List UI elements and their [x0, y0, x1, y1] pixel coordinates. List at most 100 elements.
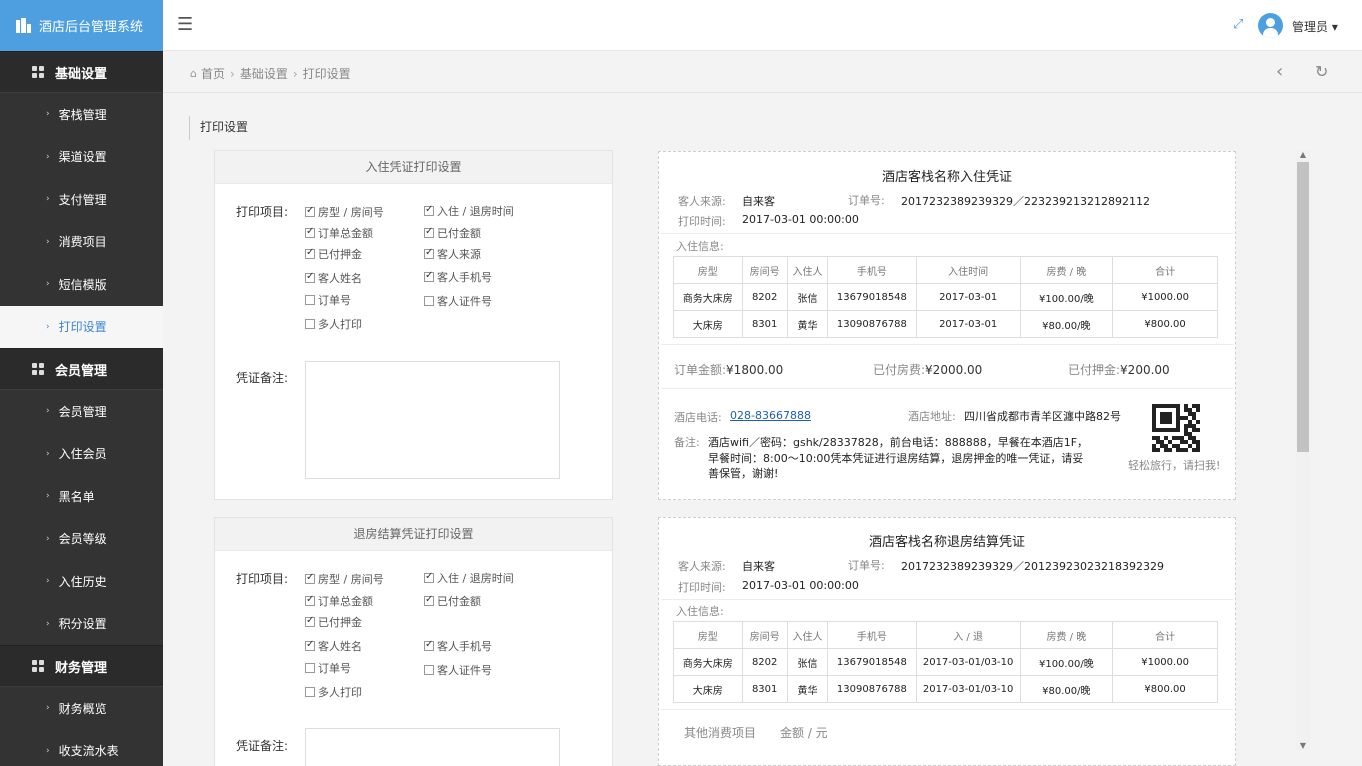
sidebar-item[interactable]: › 入住历史 — [0, 560, 163, 603]
print-item-checkbox[interactable]: 客人姓名 — [305, 270, 362, 286]
sidebar-item[interactable]: › 财务概览 — [0, 687, 163, 730]
refresh-icon[interactable]: ↻ — [1315, 62, 1328, 81]
checkbox-icon[interactable] — [424, 226, 434, 238]
print-items-label: 打印项目: — [236, 205, 289, 219]
print-item-checkbox[interactable]: 房型 / 房间号 — [305, 204, 384, 220]
menu-toggle-icon[interactable]: ☰ — [177, 14, 193, 35]
checkbox-icon[interactable] — [424, 665, 434, 675]
sidebar-item[interactable]: › 入住会员 — [0, 433, 163, 476]
grid-icon — [32, 66, 44, 78]
checkbox-icon[interactable] — [424, 594, 434, 606]
print-item-checkbox[interactable]: 已付金额 — [424, 225, 481, 241]
print-item-checkbox[interactable]: 客人证件号 — [424, 662, 492, 678]
breadcrumb-level1[interactable]: 基础设置 — [240, 65, 288, 82]
sidebar-item[interactable]: › 会员管理 — [0, 390, 163, 433]
chevron-up-icon[interactable]: ▲ — [1297, 150, 1309, 159]
voucher-remark-textarea[interactable] — [305, 728, 560, 766]
sidebar-group[interactable]: 基础设置 — [0, 51, 163, 93]
checkbox-icon[interactable] — [305, 319, 315, 329]
checkbox-icon[interactable] — [305, 594, 315, 606]
sidebar-item-label: 财务概览 — [58, 701, 107, 716]
checkbox-icon[interactable] — [424, 639, 434, 651]
sidebar-item[interactable]: › 支付管理 — [0, 178, 163, 221]
user-menu-dropdown[interactable]: 管理员 ▾ — [1292, 18, 1338, 35]
print-item-checkbox[interactable]: 多人打印 — [305, 316, 362, 332]
sidebar-item[interactable]: › 收支流水表 — [0, 730, 163, 766]
avatar[interactable] — [1258, 13, 1283, 38]
print-item-checkbox[interactable]: 已付金额 — [424, 593, 481, 609]
table-header-cell: 手机号 — [827, 621, 917, 649]
chevron-right-icon: › — [46, 448, 50, 459]
print-item-checkbox[interactable]: 房型 / 房间号 — [305, 571, 384, 587]
table-header-cell: 合计 — [1112, 621, 1218, 649]
checkbox-icon[interactable] — [305, 226, 315, 238]
checkbox-icon[interactable] — [305, 663, 315, 673]
table-header-cell: 手机号 — [827, 256, 917, 284]
checkbox-icon[interactable] — [305, 687, 315, 697]
table-cell: 2017-03-01/03-10 — [915, 675, 1021, 703]
print-item-checkbox[interactable]: 已付押金 — [305, 246, 362, 262]
scrollbar[interactable]: ▲ ▼ — [1296, 150, 1310, 750]
sidebar-group[interactable]: 会员管理 — [0, 348, 163, 390]
print-item-checkbox[interactable]: 订单总金额 — [305, 225, 373, 241]
print-item-checkbox[interactable]: 客人手机号 — [424, 638, 492, 654]
checkbox-icon[interactable] — [424, 270, 434, 282]
table-cell: 商务大床房 — [673, 283, 743, 311]
table-cell: 2017-03-01/03-10 — [915, 648, 1021, 676]
print-item-checkbox[interactable]: 客人姓名 — [305, 638, 362, 654]
sidebar-item[interactable]: › 积分设置 — [0, 603, 163, 646]
checkbox-icon[interactable] — [305, 615, 315, 627]
sidebar-item[interactable]: › 短信模版 — [0, 263, 163, 306]
app-logo[interactable]: 酒店后台管理系统 — [0, 0, 163, 51]
sidebar-item[interactable]: › 黑名单 — [0, 475, 163, 518]
checkbox-icon[interactable] — [424, 204, 434, 216]
fullscreen-icon[interactable]: ⤢ — [1233, 17, 1243, 32]
print-item-checkbox[interactable]: 客人来源 — [424, 246, 481, 262]
sidebar-group[interactable]: 财务管理 — [0, 645, 163, 687]
checkbox-icon[interactable] — [305, 205, 315, 217]
sidebar: 酒店后台管理系统 基础设置 › 客栈管理 › 渠道设置 › 支付管理 › 消费项目 › 短信模版 › 打… — [0, 0, 163, 766]
voucher-remark-textarea[interactable] — [305, 361, 560, 479]
print-item-checkbox[interactable]: 订单号 — [305, 660, 351, 676]
order-value: 2017232389239329／201239230232183923​29 — [901, 560, 1164, 573]
checkbox-icon[interactable] — [305, 639, 315, 651]
print-item-checkbox[interactable]: 入住 / 退房时间 — [424, 203, 514, 219]
breadcrumb-home[interactable]: 首页 — [201, 65, 225, 82]
checkbox-icon[interactable] — [424, 571, 434, 583]
table-header-cell: 合计 — [1112, 256, 1218, 284]
print-item-checkbox[interactable]: 多人打印 — [305, 684, 362, 700]
sidebar-item[interactable]: › 客栈管理 — [0, 93, 163, 136]
print-item-checkbox[interactable]: 已付押金 — [305, 614, 362, 630]
checkbox-icon[interactable] — [305, 271, 315, 283]
checkbox-label: 客人手机号 — [437, 640, 492, 653]
checkbox-icon[interactable] — [424, 247, 434, 259]
sidebar-item-label: 收支流水表 — [58, 744, 119, 759]
checkbox-label: 房型 / 房间号 — [318, 206, 384, 219]
table-cell: ¥100.00/晚 — [1019, 648, 1114, 676]
hotel-phone-link[interactable]: 028-83667888 — [730, 409, 811, 422]
print-item-checkbox[interactable]: 订单号 — [305, 292, 351, 308]
scrollbar-thumb[interactable] — [1297, 162, 1309, 452]
checkbox-icon[interactable] — [424, 296, 434, 306]
sidebar-item-label: 客栈管理 — [58, 107, 107, 122]
checkbox-icon[interactable] — [305, 295, 315, 305]
print-item-checkbox[interactable]: 客人证件号 — [424, 293, 492, 309]
print-item-checkbox[interactable]: 客人手机号 — [424, 269, 492, 285]
table-row: 商务大床房 8202 张信 13679018548 2017-03-01 ¥100.00/… — [673, 283, 1218, 311]
checkin-info-table: 房型 房间号 入住人 手机号 入住时间 房费 / 晚合计 商务大床房 8202 张信 136790… — [673, 256, 1218, 338]
sidebar-item[interactable]: › 会员等级 — [0, 518, 163, 561]
sidebar-item-label: 黑名单 — [58, 489, 95, 504]
checkbox-icon[interactable] — [305, 572, 315, 584]
sidebar-item[interactable]: › 渠道设置 — [0, 136, 163, 179]
chevron-down-icon[interactable]: ▼ — [1297, 741, 1309, 750]
table-cell: 大床房 — [673, 675, 743, 703]
sidebar-group-label: 财务管理 — [55, 660, 108, 676]
back-icon[interactable]: ‹ — [1276, 61, 1283, 82]
checkbox-icon[interactable] — [305, 247, 315, 259]
checkout-print-settings-panel: 退房结算凭证打印设置 打印项目: 房型 / 房间号入住 / 退房时间订单总金额已… — [214, 517, 613, 766]
print-item-checkbox[interactable]: 入住 / 退房时间 — [424, 570, 514, 586]
sidebar-item[interactable]: › 消费项目 — [0, 221, 163, 264]
print-item-checkbox[interactable]: 订单总金额 — [305, 593, 373, 609]
sidebar-item[interactable]: › 打印设置 — [0, 305, 163, 348]
table-cell: 8301 — [741, 310, 788, 338]
